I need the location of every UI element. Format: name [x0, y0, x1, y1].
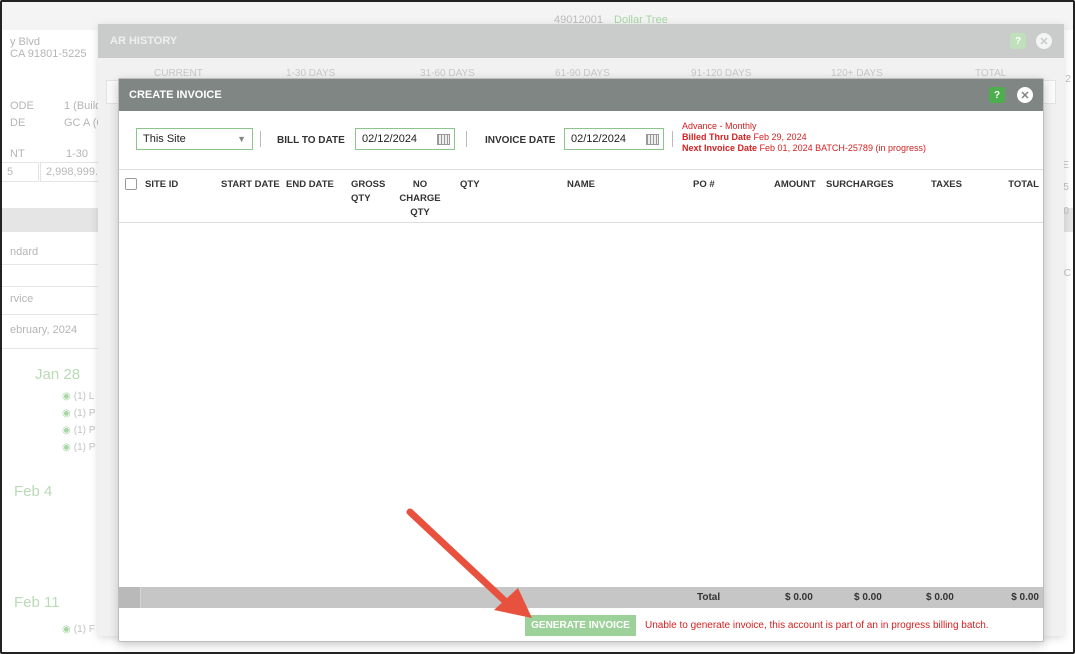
close-icon[interactable]: ✕ [1017, 87, 1033, 103]
col-po[interactable]: PO # [693, 178, 715, 192]
create-invoice-header: CREATE INVOICE ? ✕ [119, 79, 1043, 111]
calendar-icon[interactable] [646, 133, 659, 145]
bill-to-date-value: 02/12/2024 [362, 133, 418, 145]
code-label: ODE [10, 100, 34, 112]
totals-amount: $ 0.00 [785, 592, 813, 603]
eye-icon: ◉ [62, 408, 71, 419]
invoice-table-body [119, 223, 1043, 587]
totals-surcharges: $ 0.00 [854, 592, 882, 603]
invoice-date-label: INVOICE DATE [485, 135, 556, 146]
billed-thru-line: Billed Thru Date Feb 29, 2024 [682, 132, 926, 143]
divider [2, 348, 98, 349]
calendar-entry-label: (1) P [73, 425, 96, 436]
col-amount[interactable]: AMOUNT [774, 178, 816, 192]
error-message: Unable to generate invoice, this account… [645, 620, 989, 631]
invoice-footer: GENERATE INVOICE Unable to generate invo… [119, 608, 1043, 643]
col-total[interactable]: TOTAL [1008, 178, 1039, 192]
totals-label: Total [697, 592, 721, 603]
ar-history-title: AR HISTORY [110, 35, 178, 47]
calendar-entry[interactable]: ◉ (1) P [62, 425, 95, 436]
calendar-entry[interactable]: ◉ (1) P [62, 442, 95, 453]
type-label: DE [10, 117, 26, 129]
month-label: ebruary, 2024 [10, 324, 78, 336]
col-gross-qty-line1: GROSS [351, 179, 386, 190]
help-icon[interactable]: ? [989, 87, 1005, 103]
next-invoice-label: Next Invoice Date [682, 143, 758, 153]
calendar-entry[interactable]: ◉ (1) F [62, 624, 95, 635]
days-label: 1-30 [66, 148, 89, 160]
days-cell: 2,998,999. [40, 162, 100, 182]
col-end-date[interactable]: END DATE [286, 178, 334, 192]
eye-icon: ◉ [62, 425, 71, 436]
calendar-date-feb4: Feb 4 [14, 483, 53, 500]
address-line-1: y Blvd [10, 36, 40, 48]
divider [2, 286, 98, 287]
amount-cell: 5 [2, 162, 39, 182]
invoice-table-header: SITE ID START DATE END DATE GROSS QTY NO… [119, 169, 1043, 223]
service-label: rvice [10, 293, 34, 305]
col-no-charge-line3: QTY [410, 207, 430, 218]
eye-icon: ◉ [62, 442, 71, 453]
totals-row-segment [119, 587, 141, 608]
col-gross-qty[interactable]: GROSS QTY [351, 178, 385, 206]
bill-to-date-field[interactable]: 02/12/2024 [355, 128, 455, 150]
eye-icon: ◉ [62, 624, 71, 635]
standard-label: ndard [10, 246, 39, 258]
eye-icon: ◉ [62, 391, 71, 402]
right-text: C [1063, 268, 1071, 279]
close-icon[interactable]: ✕ [1036, 33, 1052, 49]
calendar-icon[interactable] [437, 133, 450, 145]
help-icon[interactable]: ? [1010, 33, 1026, 49]
col-surcharges[interactable]: SURCHARGES [826, 178, 894, 192]
invoice-totals-row: Total $ 0.00 $ 0.00 $ 0.00 $ 0.00 [119, 587, 1043, 608]
calendar-entry-label: (1) P [73, 408, 96, 419]
create-invoice-modal: CREATE INVOICE ? ✕ This Site ▼ BILL TO D… [118, 78, 1044, 642]
calendar-entry-label: (1) P [73, 442, 96, 453]
col-name[interactable]: NAME [567, 178, 595, 192]
col-qty[interactable]: QTY [460, 178, 480, 192]
totals-total: $ 0.00 [1011, 592, 1039, 603]
select-all-checkbox[interactable] [125, 178, 137, 190]
billed-thru-label: Billed Thru Date [682, 132, 752, 142]
col-no-charge-line2: CHARGE [399, 193, 441, 204]
divider [2, 264, 98, 265]
next-invoice-value: Feb 01, 2024 BATCH-25789 (in progress) [759, 143, 926, 153]
billing-frequency: Advance - Monthly [682, 121, 757, 131]
col-gross-qty-line2: QTY [351, 193, 371, 204]
totals-taxes: $ 0.00 [926, 592, 954, 603]
col-start-date[interactable]: START DATE [221, 178, 280, 192]
next-invoice-line: Next Invoice Date Feb 01, 2024 BATCH-257… [682, 143, 926, 154]
generate-invoice-button[interactable]: GENERATE INVOICE [525, 615, 636, 636]
calendar-date-feb11: Feb 11 [14, 594, 60, 611]
invoice-date-value: 02/12/2024 [571, 133, 627, 145]
app-window: 49012001 Dollar Tree y Blvd CA 91801-522… [0, 0, 1075, 654]
toolbar-divider [260, 131, 261, 147]
amount-label: NT [10, 148, 25, 160]
address-line-2: CA 91801-5225 [10, 48, 87, 60]
site-select[interactable]: This Site ▼ [136, 128, 253, 150]
bill-to-date-label: BILL TO DATE [277, 135, 345, 146]
calendar-entry-label: (1) F [73, 624, 95, 635]
billed-thru-value: Feb 29, 2024 [753, 132, 807, 142]
calendar-entry[interactable]: ◉ (1) P [62, 408, 95, 419]
ar-history-header: AR HISTORY ? ✕ [98, 24, 1064, 58]
invoice-toolbar: This Site ▼ BILL TO DATE 02/12/2024 INVO… [119, 111, 1043, 169]
col-no-charge-qty[interactable]: NO CHARGE QTY [385, 178, 455, 220]
calendar-entry-label: (1) L [73, 391, 95, 402]
billing-info: Advance - Monthly Billed Thru Date Feb 2… [682, 121, 926, 154]
toolbar-divider [466, 131, 467, 147]
chevron-down-icon: ▼ [237, 134, 246, 144]
col-taxes[interactable]: TAXES [931, 178, 962, 192]
invoice-date-field[interactable]: 02/12/2024 [564, 128, 664, 150]
col-no-charge-line1: NO [412, 179, 428, 190]
create-invoice-title: CREATE INVOICE [129, 89, 222, 101]
toolbar-divider [672, 131, 673, 147]
divider [2, 314, 98, 315]
calendar-entry[interactable]: ◉ (1) L [62, 391, 94, 402]
calendar-date-jan28: Jan 28 [35, 366, 81, 383]
code-value: 1 (Build [64, 100, 102, 112]
site-select-value: This Site [143, 133, 186, 145]
col-site-id[interactable]: SITE ID [145, 178, 178, 192]
